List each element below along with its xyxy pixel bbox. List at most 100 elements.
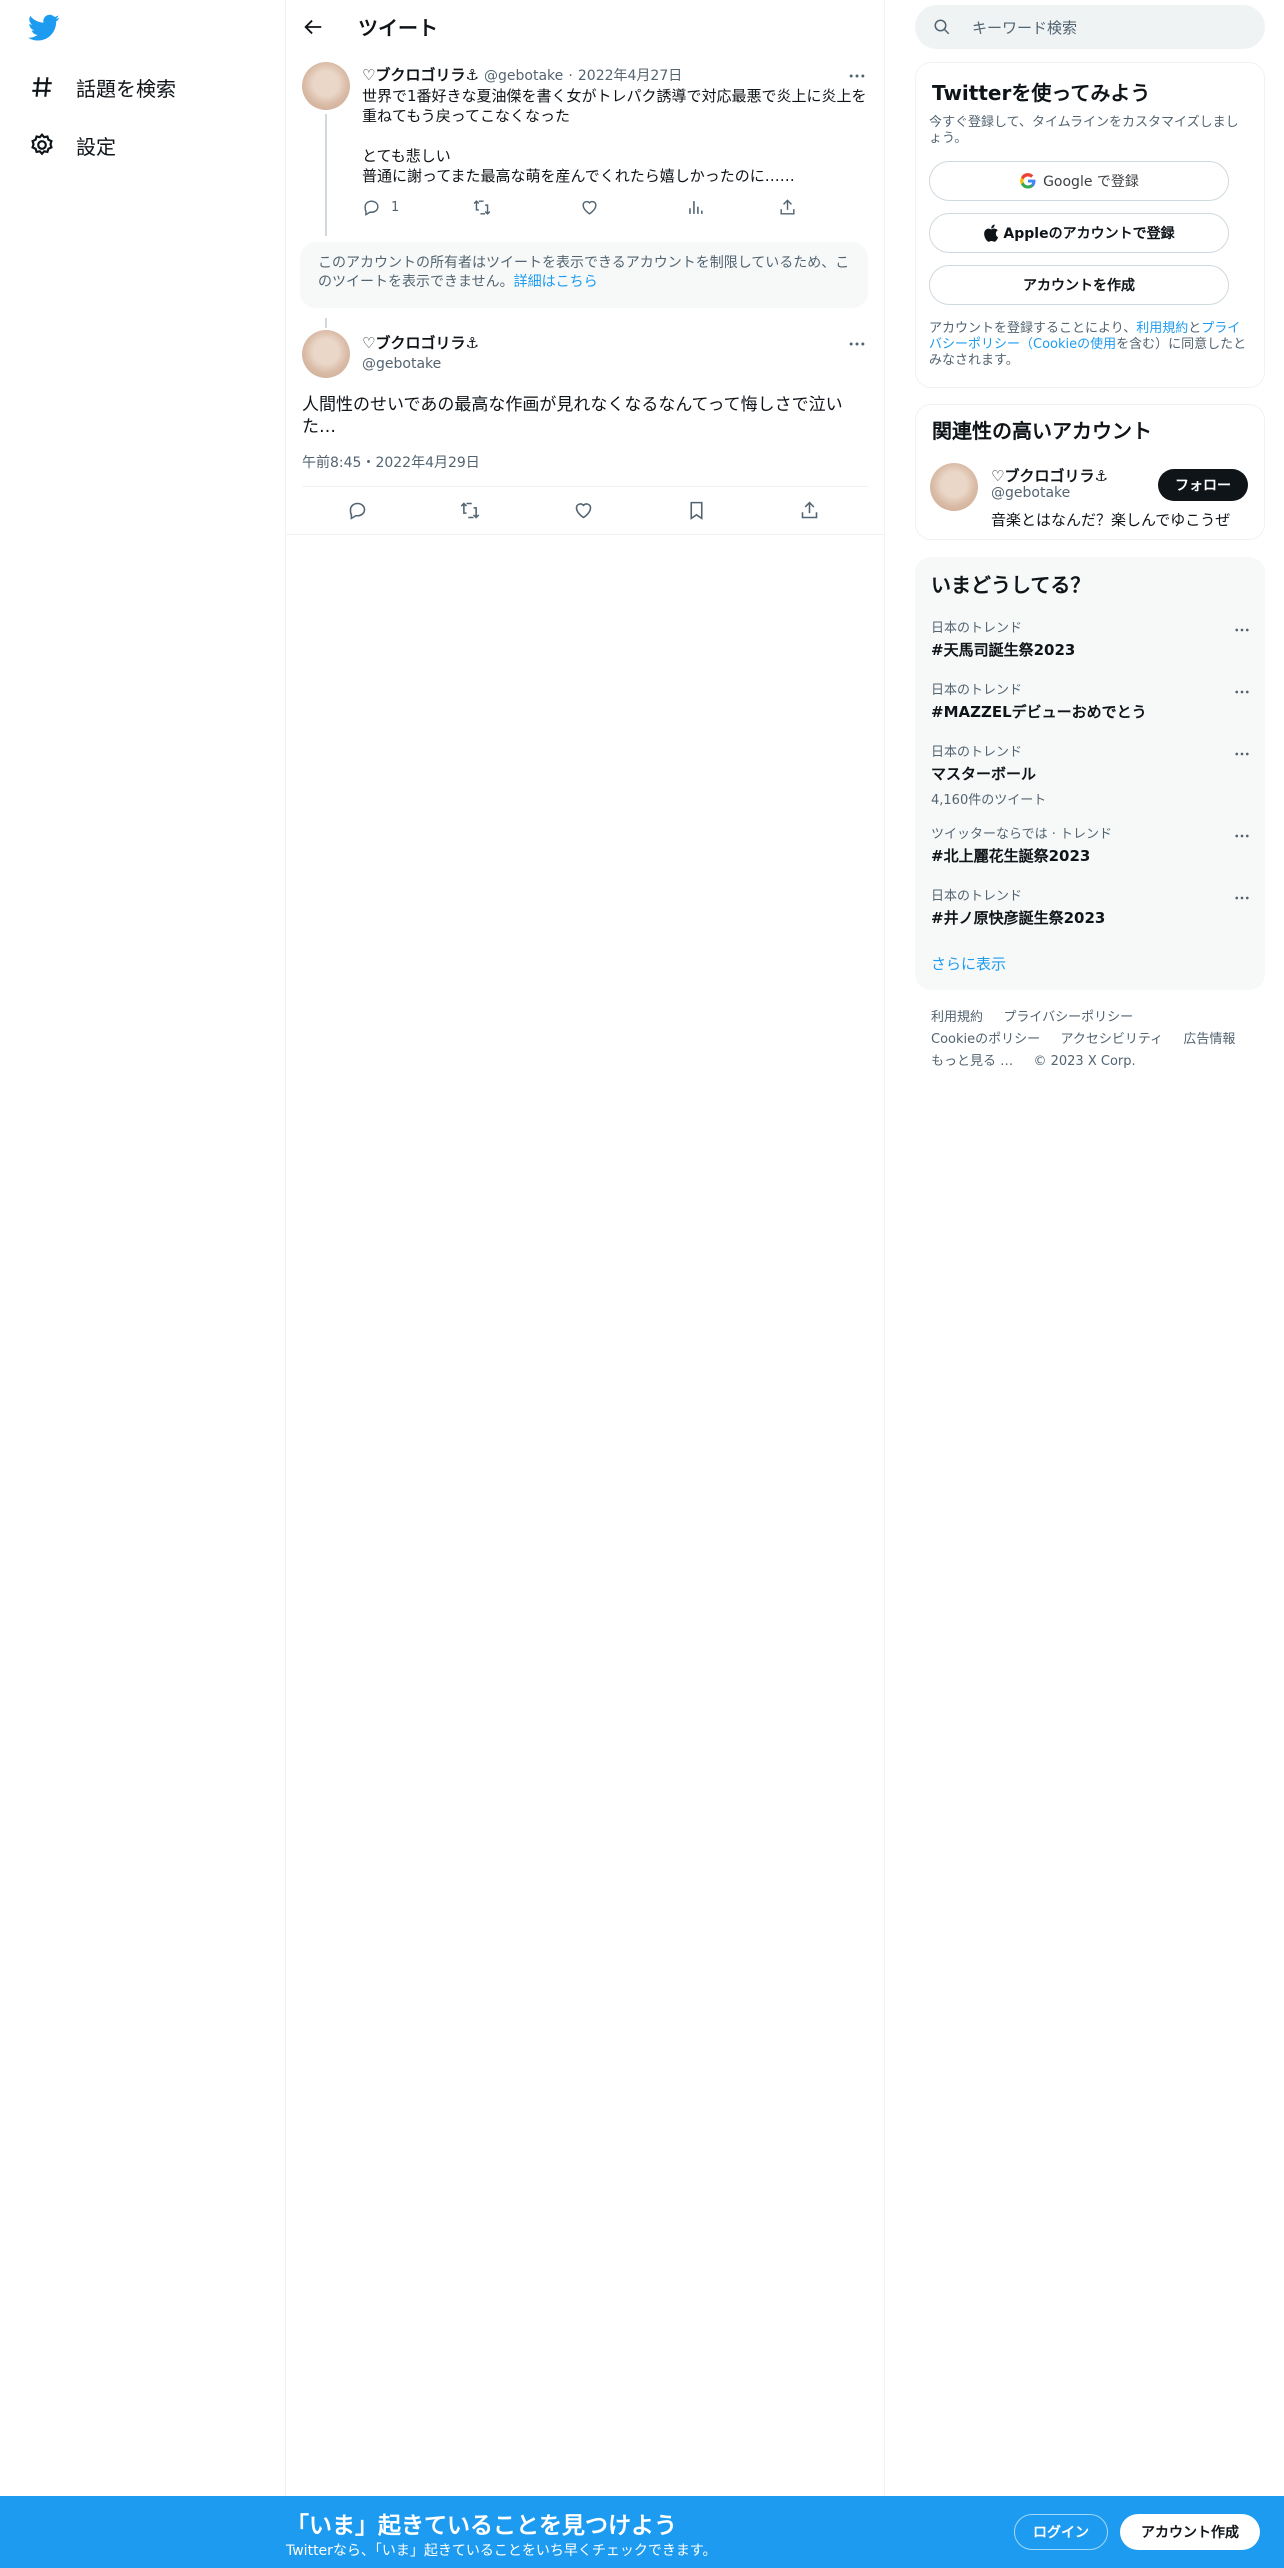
related-handle[interactable]: @gebotake xyxy=(991,485,1070,501)
trend-topic: #北上麗花生誕祭2023 xyxy=(931,847,1091,865)
retweet-button[interactable] xyxy=(472,198,492,217)
heart-icon xyxy=(582,200,597,215)
analytics-icon xyxy=(689,201,703,214)
tweet-text: 世界で1番好きな夏油傑を書く女がトレパク誘導で対応最悪で炎上に炎上を重ねてもう戻… xyxy=(362,87,867,185)
footer-privacy-link[interactable]: プライバシーポリシー xyxy=(1003,1010,1133,1025)
share-icon xyxy=(780,199,795,215)
footer-cookie-link[interactable]: Cookieのポリシー xyxy=(931,1032,1040,1047)
tweet-author: ♡ブクロゴリラ⚓ @gebotake xyxy=(362,332,479,372)
trend-topic: #天馬司誕生祭2023 xyxy=(931,641,1076,659)
learn-more-link[interactable]: 詳細はこちら xyxy=(514,274,598,290)
trends-card: いまどうしてる？ 日本のトレンド #天馬司誕生祭2023 日本のトレンド #MA… xyxy=(915,557,1265,990)
reply-button[interactable] xyxy=(347,500,368,521)
trend-category: ツイッターならでは · トレンド xyxy=(931,827,1113,842)
reply-button[interactable]: 1 xyxy=(362,198,399,217)
related-title: 関連性の高いアカウント xyxy=(932,419,1152,443)
main-column: ツイート ♡ブクロゴリラ⚓ @gebotake · 2022年4月27日 世界で… xyxy=(286,0,884,2496)
nav-settings-label: 設定 xyxy=(76,134,116,159)
nav-explore[interactable]: 話題を検索 xyxy=(26,59,176,115)
legal-and: と xyxy=(1188,321,1202,336)
retweet-icon xyxy=(473,200,491,215)
trend-category: 日本のトレンド xyxy=(931,745,1023,760)
tweet-text: 人間性のせいであの最高な作画が見れなくなるなんてって悔しさで泣いた… xyxy=(302,395,843,437)
retweet-icon xyxy=(460,502,480,519)
display-name[interactable]: ♡ブクロゴリラ⚓ xyxy=(362,66,479,84)
google-signup-label: Google で登録 xyxy=(1043,174,1139,190)
google-signup-button[interactable]: Google で登録 xyxy=(929,161,1229,201)
trend-item[interactable]: 日本のトレンド #井ノ原快彦誕生祭2023 xyxy=(931,885,1251,928)
banner-headline: 「いま」起きていることを見つけよう xyxy=(286,2513,677,2539)
banner-subtext: Twitterなら、「いま」起きていることをいち早くチェックできます。 xyxy=(286,2543,717,2559)
hashtag-icon xyxy=(26,71,58,103)
thread-line xyxy=(325,318,327,328)
trend-category: 日本のトレンド xyxy=(931,889,1023,904)
create-account-button[interactable]: アカウントを作成 xyxy=(929,265,1229,305)
related-bio: 音楽とはなんだ？楽しんでゆこうぜ xyxy=(991,511,1231,529)
trend-category: 日本のトレンド xyxy=(931,683,1023,698)
more-icon[interactable] xyxy=(847,66,867,86)
restricted-tweet-notice: このアカウントの所有者はツイートを表示できるアカウントを制限しているため、このツ… xyxy=(300,242,868,308)
apple-signup-label: Appleのアカウントで登録 xyxy=(1003,226,1175,242)
signup-subtitle: 今すぐ登録して、タイムラインをカスタマイズしましょう。 xyxy=(929,115,1239,146)
twitter-logo-icon[interactable] xyxy=(28,14,60,42)
more-icon[interactable] xyxy=(1233,683,1251,701)
bookmark-button[interactable] xyxy=(686,500,707,521)
footer-terms-link[interactable]: 利用規約 xyxy=(931,1010,983,1025)
trend-category: 日本のトレンド xyxy=(931,621,1023,636)
apple-icon xyxy=(984,224,999,242)
more-icon[interactable] xyxy=(847,334,867,354)
more-icon[interactable] xyxy=(1233,827,1251,845)
display-name[interactable]: ♡ブクロゴリラ⚓ xyxy=(362,332,479,353)
footer-ads-link[interactable]: 広告情報 xyxy=(1183,1032,1235,1047)
more-icon[interactable] xyxy=(1233,745,1251,763)
trend-item[interactable]: 日本のトレンド #天馬司誕生祭2023 xyxy=(931,617,1251,660)
avatar[interactable] xyxy=(930,463,978,511)
terms-link[interactable]: 利用規約 xyxy=(1136,321,1188,336)
avatar[interactable] xyxy=(302,62,350,110)
trend-item[interactable]: 日本のトレンド マスターボール 4,160件のツイート xyxy=(931,741,1251,808)
gear-icon xyxy=(26,129,58,161)
search-box[interactable]: キーワード検索 xyxy=(915,5,1265,49)
tweet-date[interactable]: 2022年4月27日 xyxy=(578,68,682,84)
trend-item[interactable]: 日本のトレンド #MAZZELデビューおめでとう xyxy=(931,679,1251,722)
back-arrow-icon[interactable] xyxy=(302,16,324,38)
share-button[interactable] xyxy=(799,500,820,521)
analytics-button[interactable] xyxy=(686,198,705,217)
footer-accessibility-link[interactable]: アクセシビリティ xyxy=(1060,1032,1163,1047)
trend-topic: #井ノ原快彦誕生祭2023 xyxy=(931,909,1106,927)
footer-links: 利用規約 プライバシーポリシー Cookieのポリシー アクセシビリティ 広告情… xyxy=(931,1006,1261,1072)
more-icon[interactable] xyxy=(1233,621,1251,639)
reply-icon xyxy=(364,200,379,216)
bookmark-icon xyxy=(690,501,703,520)
nav-settings[interactable]: 設定 xyxy=(26,117,116,173)
login-button[interactable]: ログイン xyxy=(1014,2514,1108,2550)
tweet-header: ♡ブクロゴリラ⚓ @gebotake · 2022年4月27日 xyxy=(362,64,862,85)
signup-card: Twitterを使ってみよう 今すぐ登録して、タイムラインをカスタマイズしましょ… xyxy=(915,62,1265,388)
tweet-timestamp[interactable]: 午前8:45・2022年4月29日 xyxy=(302,452,480,472)
handle[interactable]: @gebotake xyxy=(362,356,479,372)
related-name[interactable]: ♡ブクロゴリラ⚓ xyxy=(991,465,1108,486)
footer-copyright: © 2023 X Corp. xyxy=(1033,1054,1136,1069)
trend-topic: マスターボール xyxy=(931,765,1037,783)
trend-item[interactable]: ツイッターならでは · トレンド #北上麗花生誕祭2023 xyxy=(931,823,1251,866)
heart-icon xyxy=(575,503,592,519)
search-input[interactable]: キーワード検索 xyxy=(972,17,1077,38)
handle[interactable]: @gebotake xyxy=(484,68,563,84)
signup-button[interactable]: アカウント作成 xyxy=(1120,2514,1260,2550)
divider xyxy=(884,0,885,2496)
avatar[interactable] xyxy=(302,330,350,378)
like-button[interactable] xyxy=(580,198,599,217)
thread-line xyxy=(325,114,327,236)
footer-more-link[interactable]: もっと見る … xyxy=(931,1054,1013,1069)
like-button[interactable] xyxy=(573,500,594,521)
apple-signup-button[interactable]: Appleのアカウントで登録 xyxy=(929,213,1229,253)
more-icon[interactable] xyxy=(1233,889,1251,907)
follow-button[interactable]: フォロー xyxy=(1158,469,1248,501)
separator-dot: · xyxy=(568,68,573,84)
page-header: ツイート xyxy=(286,0,884,54)
show-more-link[interactable]: さらに表示 xyxy=(931,953,1006,974)
share-button[interactable] xyxy=(778,198,797,217)
retweet-button[interactable] xyxy=(459,500,481,521)
divider xyxy=(302,486,868,487)
page-title: ツイート xyxy=(358,16,438,40)
